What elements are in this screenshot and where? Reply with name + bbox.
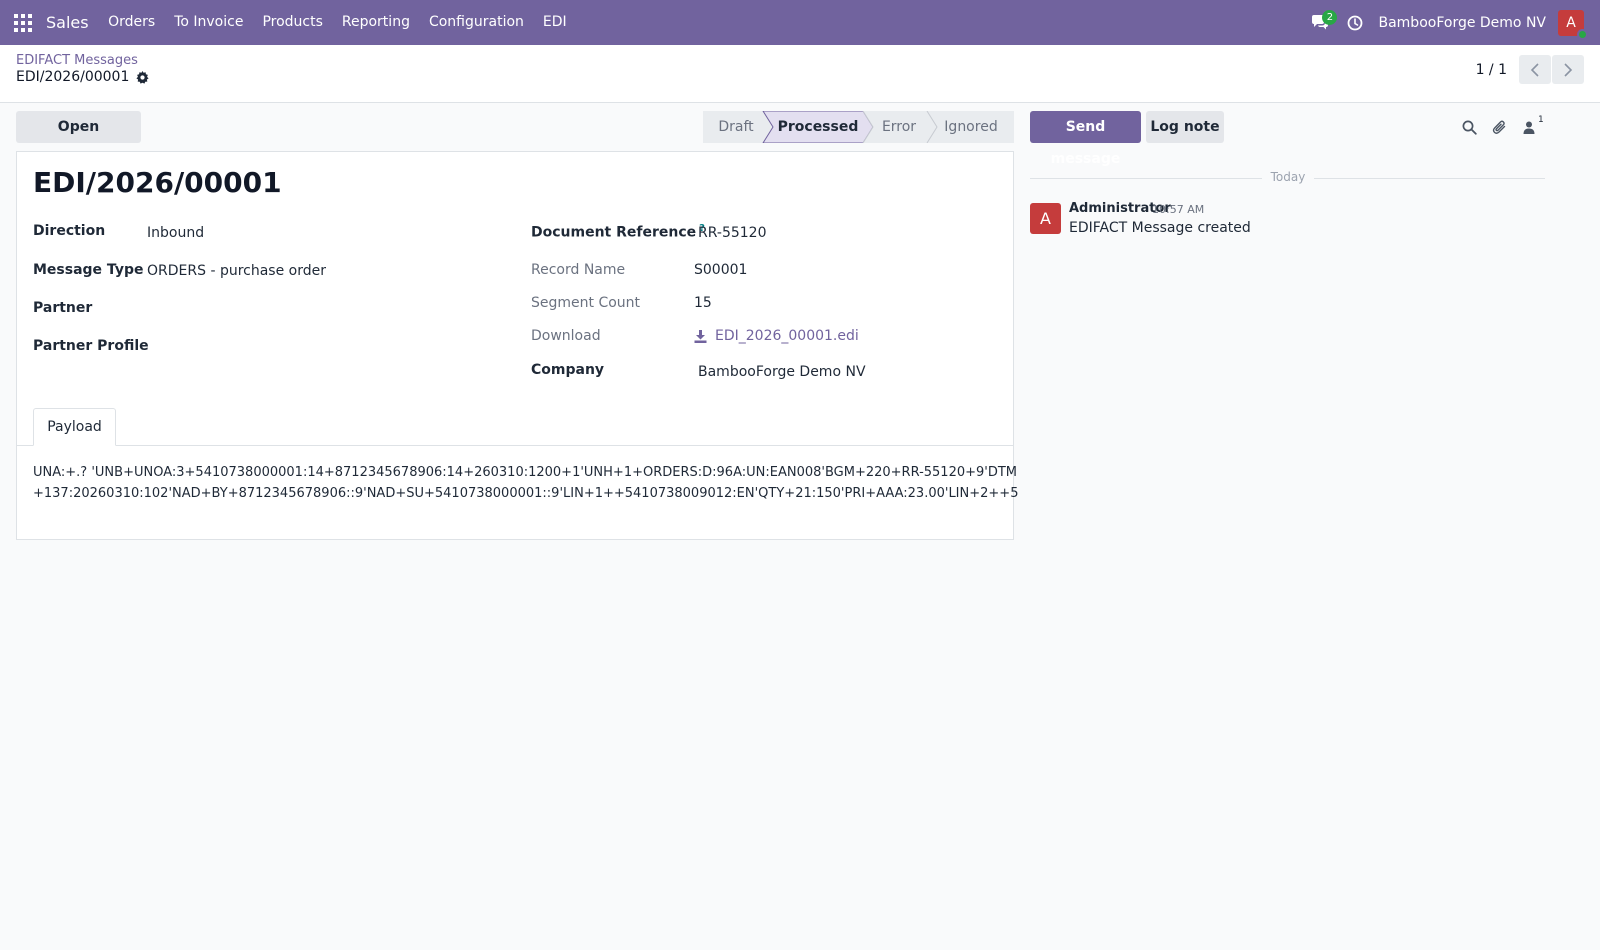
clock-icon xyxy=(1348,15,1363,30)
partner-label: Partner xyxy=(33,300,93,316)
download-label: Download xyxy=(531,328,601,344)
message-body: EDIFACT Message created xyxy=(1069,220,1251,236)
date-separator: Today xyxy=(1030,170,1545,186)
menu-to-invoice[interactable]: To Invoice xyxy=(165,0,253,45)
app-menu-icon[interactable] xyxy=(0,0,46,45)
chevron-right-icon xyxy=(1564,62,1573,77)
partner-field[interactable] xyxy=(147,300,497,320)
company-field[interactable]: BambooForge Demo NV xyxy=(698,364,866,380)
menu-edi[interactable]: EDI xyxy=(533,0,576,45)
navbar-systray: 2 BambooForge Demo NV A xyxy=(1300,0,1600,45)
record-name-label: Record Name xyxy=(531,262,626,278)
status-ignored[interactable]: Ignored xyxy=(935,111,1007,143)
direction-label: Direction xyxy=(33,223,106,239)
payload-field[interactable]: UNA:+.? 'UNB+UNOA:3+5410738000001:14+871… xyxy=(33,462,1023,506)
chat-count-badge: 2 xyxy=(1322,10,1338,25)
activity-button[interactable] xyxy=(1340,0,1370,45)
send-message-button[interactable]: Send message xyxy=(1030,111,1141,167)
message-time: 10:57 AM xyxy=(1152,203,1205,216)
attachments-button[interactable] xyxy=(1488,116,1510,138)
date-separator-label: Today xyxy=(1270,170,1306,184)
menu-configuration[interactable]: Configuration xyxy=(419,0,533,45)
partner-profile-field[interactable] xyxy=(147,338,497,358)
document-reference-field[interactable]: RR-55120 xyxy=(698,225,766,241)
download-icon xyxy=(694,329,707,343)
pager-next-button[interactable] xyxy=(1552,55,1584,84)
breadcrumb-current-label: EDI/2026/00001 xyxy=(16,69,130,85)
company-label: Company xyxy=(531,362,605,378)
search-icon xyxy=(1462,120,1477,135)
search-messages-button[interactable] xyxy=(1458,116,1480,138)
main-menu: Orders To Invoice Products Reporting Con… xyxy=(99,0,577,45)
menu-products[interactable]: Products xyxy=(253,0,332,45)
chevron-left-icon xyxy=(1530,62,1539,77)
download-link[interactable]: EDI_2026_00001.edi xyxy=(694,328,859,344)
breadcrumb-parent-link[interactable]: EDIFACT Messages xyxy=(16,53,138,68)
document-reference-label-text: Document Reference xyxy=(531,224,697,241)
top-navbar: Sales Orders To Invoice Products Reporti… xyxy=(0,0,1600,45)
open-document-button[interactable]: Open Document xyxy=(16,111,141,167)
download-filename: EDI_2026_00001.edi xyxy=(715,328,859,344)
record-pager: 1 / 1 xyxy=(1476,55,1584,84)
pager-value[interactable]: 1 / 1 xyxy=(1476,62,1507,78)
follower-count: 1 xyxy=(1538,115,1544,125)
direction-field[interactable]: Inbound xyxy=(147,225,204,241)
app-name[interactable]: Sales xyxy=(46,13,99,32)
partner-profile-label: Partner Profile xyxy=(33,338,149,354)
user-icon xyxy=(1523,121,1535,134)
log-note-button[interactable]: Log note xyxy=(1146,111,1224,143)
message-author-avatar[interactable]: A xyxy=(1030,203,1061,234)
control-panel: EDIFACT Messages EDI/2026/00001 1 / 1 xyxy=(0,45,1600,103)
record-name-field: S00001 xyxy=(694,262,748,278)
pager-previous-button[interactable] xyxy=(1519,55,1551,84)
menu-reporting[interactable]: Reporting xyxy=(332,0,419,45)
separator-line-left xyxy=(1030,178,1262,179)
online-status-icon xyxy=(1577,28,1588,40)
tab-payload[interactable]: Payload xyxy=(33,408,116,446)
menu-orders[interactable]: Orders xyxy=(99,0,165,45)
segment-count-label: Segment Count xyxy=(531,295,641,311)
paperclip-icon xyxy=(1492,120,1505,134)
separator-line-right xyxy=(1314,178,1545,179)
company-switcher[interactable]: BambooForge Demo NV xyxy=(1370,15,1558,31)
messaging-button[interactable]: 2 xyxy=(1300,0,1340,45)
form-sheet: EDI/2026/00001 Direction Inbound Message… xyxy=(16,151,1018,540)
gear-icon[interactable] xyxy=(136,70,149,84)
status-draft[interactable]: Draft xyxy=(703,111,769,143)
message-type-label: Message Type xyxy=(33,262,144,278)
message-type-field[interactable]: ORDERS - purchase order xyxy=(147,263,326,279)
followers-button[interactable] xyxy=(1518,116,1540,138)
user-initial: A xyxy=(1566,14,1576,31)
segment-count-field: 15 xyxy=(694,295,712,311)
record-title[interactable]: EDI/2026/00001 xyxy=(33,166,282,199)
breadcrumb-current: EDI/2026/00001 xyxy=(16,69,149,85)
notebook-tabs: Payload xyxy=(17,408,1013,446)
user-avatar[interactable]: A xyxy=(1558,9,1588,40)
document-reference-label: Document Reference? xyxy=(531,223,705,241)
status-error[interactable]: Error xyxy=(869,111,929,143)
status-processed[interactable]: Processed xyxy=(769,111,867,143)
